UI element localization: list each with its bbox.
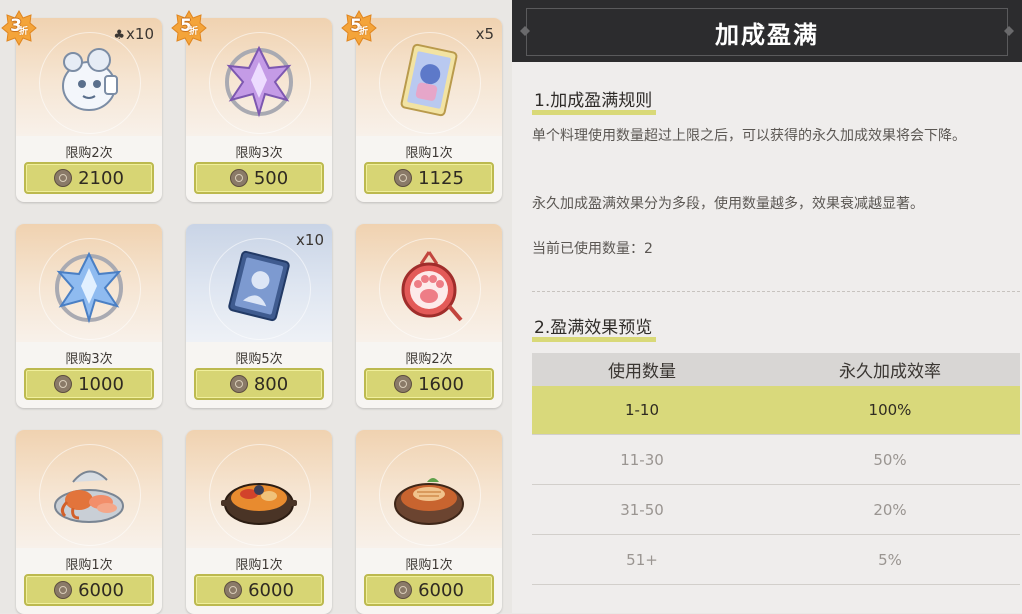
discount-badge: 3 折 <box>1 9 37 47</box>
panel-header: 加成盈满 <box>512 0 1022 62</box>
cell-range: 31-50 <box>620 500 664 519</box>
cell-rate: 5% <box>878 550 902 569</box>
seafood-platter-icon <box>54 470 124 523</box>
shop-item-card[interactable]: x10 限购5次 800 <box>186 224 332 408</box>
item-count: x10 <box>296 231 324 249</box>
shop-item-card[interactable]: 限购3次 1000 <box>16 224 162 408</box>
price: 6000 <box>78 579 124 601</box>
buy-button[interactable]: 1125 <box>364 162 494 194</box>
buy-button[interactable]: 6000 <box>364 574 494 606</box>
buy-button[interactable]: 800 <box>194 368 324 400</box>
item-art <box>356 224 502 342</box>
blue-card-icon <box>228 250 290 322</box>
shop-item-card[interactable]: 限购1次 6000 <box>186 430 332 614</box>
price: 500 <box>253 167 289 189</box>
item-art <box>16 224 162 342</box>
price: 1600 <box>418 373 464 395</box>
discount-badge: 5 折 <box>171 9 207 47</box>
price: 800 <box>253 373 289 395</box>
shop-item-card[interactable]: ♣x10 限购2次 2100 <box>16 18 162 202</box>
shop-item-card[interactable]: 限购1次 6000 <box>16 430 162 614</box>
cell-rate: 100% <box>868 401 912 419</box>
cell-rate: 50% <box>873 450 907 469</box>
shop-item-card[interactable]: x5 限购1次 1125 <box>356 18 502 202</box>
purchase-limit: 限购2次 <box>65 146 113 161</box>
coin-icon <box>229 169 248 187</box>
blue-crystal-icon <box>55 251 123 324</box>
purchase-limit: 限购1次 <box>405 558 453 573</box>
coin-icon <box>394 581 413 599</box>
item-art <box>186 430 332 548</box>
cell-rate: 20% <box>873 500 907 519</box>
coin-icon <box>394 169 413 187</box>
bonus-info-panel: 加成盈满 1.加成盈满规则 单个料理使用数量超过上限之后，可以获得的永久加成效果… <box>512 0 1022 613</box>
buy-button[interactable]: 6000 <box>24 574 154 606</box>
header-rate: 永久加成效率 <box>839 362 941 382</box>
item-count: x5 <box>475 25 494 43</box>
rules-text-2: 永久加成盈满效果分为多段，使用数量越多，效果衰减越显著。 <box>532 196 924 212</box>
table-row: 11-30 50% <box>532 435 1020 485</box>
fish-stew-icon <box>394 478 464 525</box>
purchase-limit: 限购5次 <box>235 352 283 367</box>
shop-item-card[interactable]: 限购3次 500 <box>186 18 332 202</box>
coin-icon <box>224 581 243 599</box>
buy-button[interactable]: 6000 <box>194 574 324 606</box>
table-row: 31-50 20% <box>532 485 1020 535</box>
panel-title: 加成盈满 <box>715 21 819 49</box>
effect-table: 使用数量 永久加成效率 1-10 100% 11-30 50% 31-50 20… <box>532 353 1020 585</box>
price: 2100 <box>78 167 124 189</box>
purchase-limit: 限购2次 <box>405 352 453 367</box>
cell-range: 51+ <box>626 550 658 569</box>
item-art <box>356 430 502 548</box>
paw-charm-icon <box>401 251 463 322</box>
price: 6000 <box>418 579 464 601</box>
cell-range: 11-30 <box>620 450 664 469</box>
purchase-limit: 限购1次 <box>235 558 283 573</box>
coin-icon <box>54 581 73 599</box>
purchase-limit: 限购1次 <box>65 558 113 573</box>
purple-crystal-icon <box>225 45 293 118</box>
header-usage: 使用数量 <box>608 362 676 382</box>
item-count: ♣x10 <box>113 25 154 43</box>
item-art <box>186 18 332 136</box>
ghost-plush-icon <box>62 48 118 111</box>
buy-button[interactable]: 1600 <box>364 368 494 400</box>
price: 6000 <box>248 579 294 601</box>
cell-range: 1-10 <box>624 401 660 419</box>
current-usage: 当前已使用数量：2 <box>532 241 653 257</box>
shop-item-card[interactable]: 限购1次 6000 <box>356 430 502 614</box>
buy-button[interactable]: 1000 <box>24 368 154 400</box>
coin-icon <box>54 375 73 393</box>
purchase-limit: 限购1次 <box>405 146 453 161</box>
seafood-stew-icon <box>221 483 297 525</box>
shop-item-card[interactable]: 限购2次 1600 <box>356 224 502 408</box>
purchase-limit: 限购3次 <box>235 146 283 161</box>
divider <box>532 291 1020 292</box>
coin-icon <box>229 375 248 393</box>
price: 1000 <box>78 373 124 395</box>
character-card-icon <box>400 43 458 117</box>
table-row: 51+ 5% <box>532 535 1020 585</box>
shop-grid: ♣x10 限购2次 2100 限购3次 500 x5 限购1次 1125 限购3… <box>0 0 512 614</box>
section-title-preview: 2.盈满效果预览 <box>532 313 657 342</box>
coin-icon <box>394 375 413 393</box>
table-row: 1-10 100% <box>532 386 1020 435</box>
purchase-limit: 限购3次 <box>65 352 113 367</box>
section-title-rules: 1.加成盈满规则 <box>532 86 657 115</box>
mushroom-icon: ♣ <box>113 28 126 43</box>
buy-button[interactable]: 500 <box>194 162 324 194</box>
buy-button[interactable]: 2100 <box>24 162 154 194</box>
discount-badge: 5 折 <box>341 9 377 47</box>
rules-text: 单个料理使用数量超过上限之后，可以获得的永久加成效果将会下降。 <box>532 128 966 144</box>
price: 1125 <box>418 167 464 189</box>
item-art <box>16 430 162 548</box>
coin-icon <box>54 169 73 187</box>
table-header: 使用数量 永久加成效率 <box>532 353 1020 386</box>
